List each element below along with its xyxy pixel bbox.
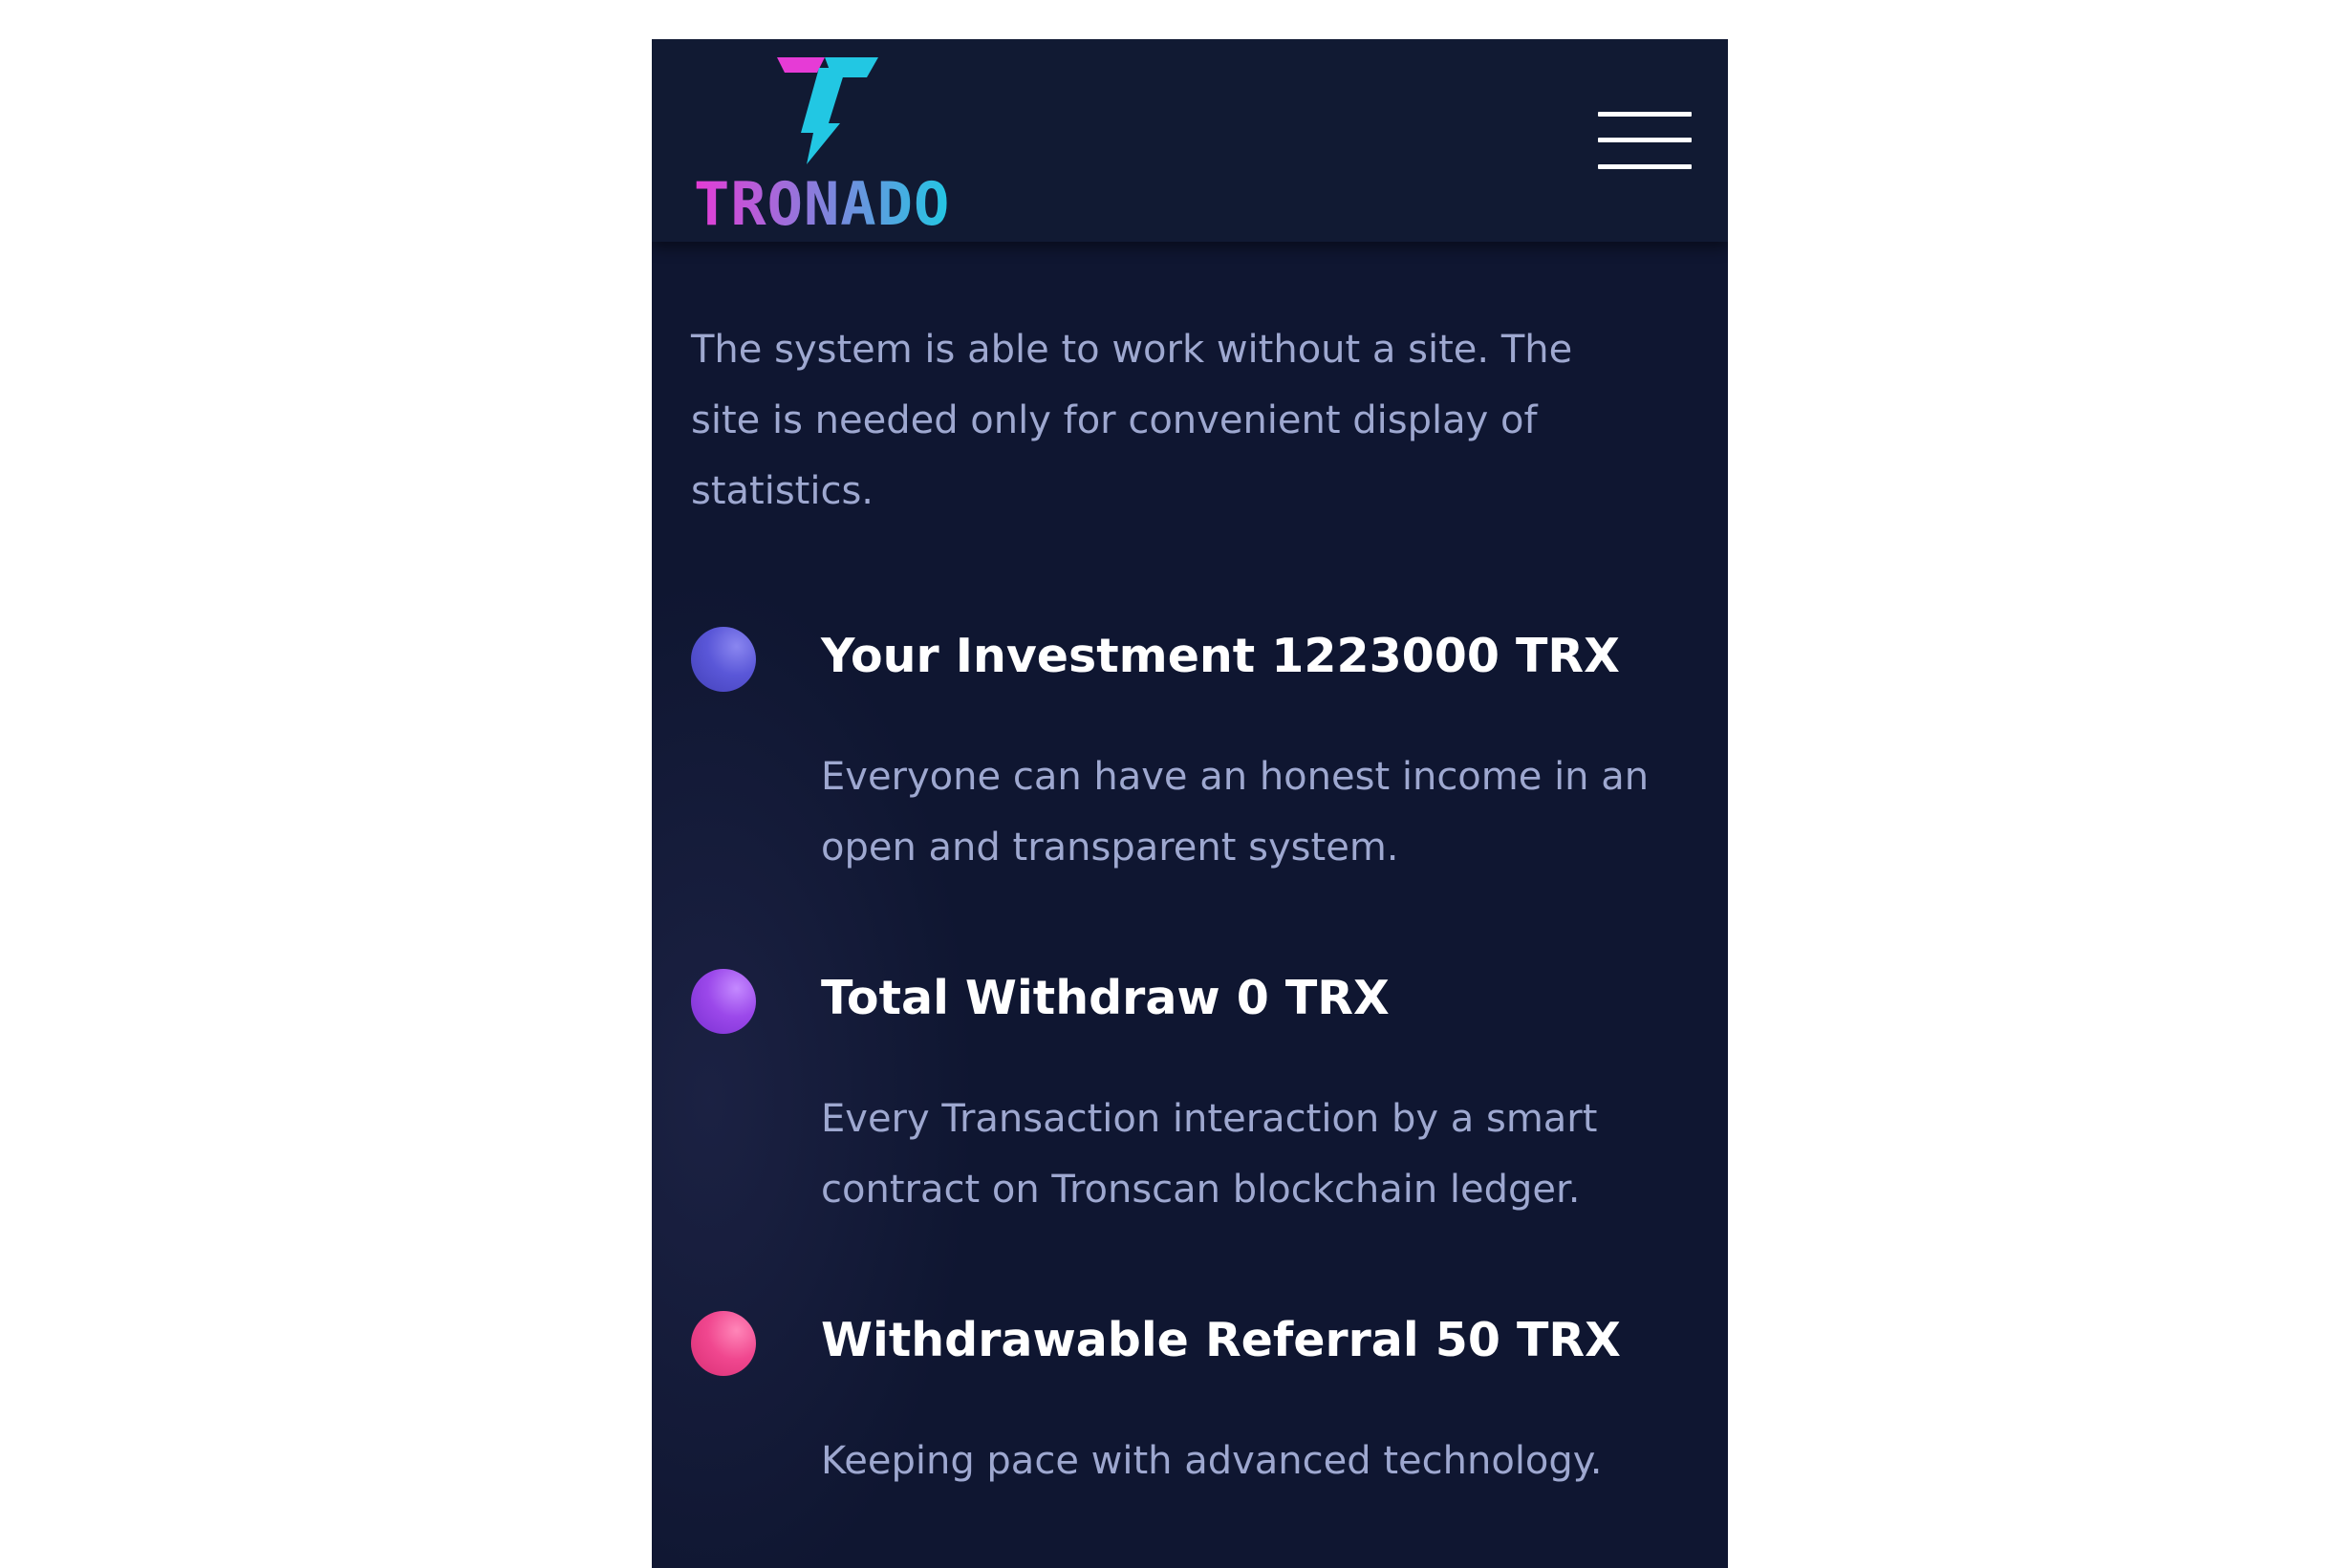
total-withdraw-description: Every Transaction interaction by a smart… [821,1097,1598,1212]
app-screen: TRONADO The system is able to work witho… [652,39,1728,1568]
background-glow [652,574,977,1568]
menu-bar-top [1598,112,1692,117]
menu-bar-bottom [1598,164,1692,169]
logo-wordmark: TRONADO [694,169,950,230]
referral-title: Withdrawable Referral 50 TRX [821,1313,1621,1367]
menu-bar-middle [1598,138,1692,142]
total-withdraw-title: Total Withdraw 0 TRX [821,971,1390,1025]
investment-description: Everyone can have an honest income in an… [821,755,1650,870]
referral-dot-icon [691,1311,756,1376]
hamburger-menu-icon[interactable] [1598,112,1692,169]
top-navbar: TRONADO [652,39,1728,242]
referral-description: Keeping pace with advanced technology. [821,1439,1603,1483]
tronado-logo-graphic: TRONADO [694,57,950,239]
withdraw-dot-icon [691,969,756,1034]
investment-title: Your Investment 1223000 TRX [821,629,1620,683]
tronado-logo[interactable]: TRONADO [690,53,967,239]
intro-text: The system is able to work without a sit… [691,328,1573,513]
investment-dot-icon [691,627,756,692]
